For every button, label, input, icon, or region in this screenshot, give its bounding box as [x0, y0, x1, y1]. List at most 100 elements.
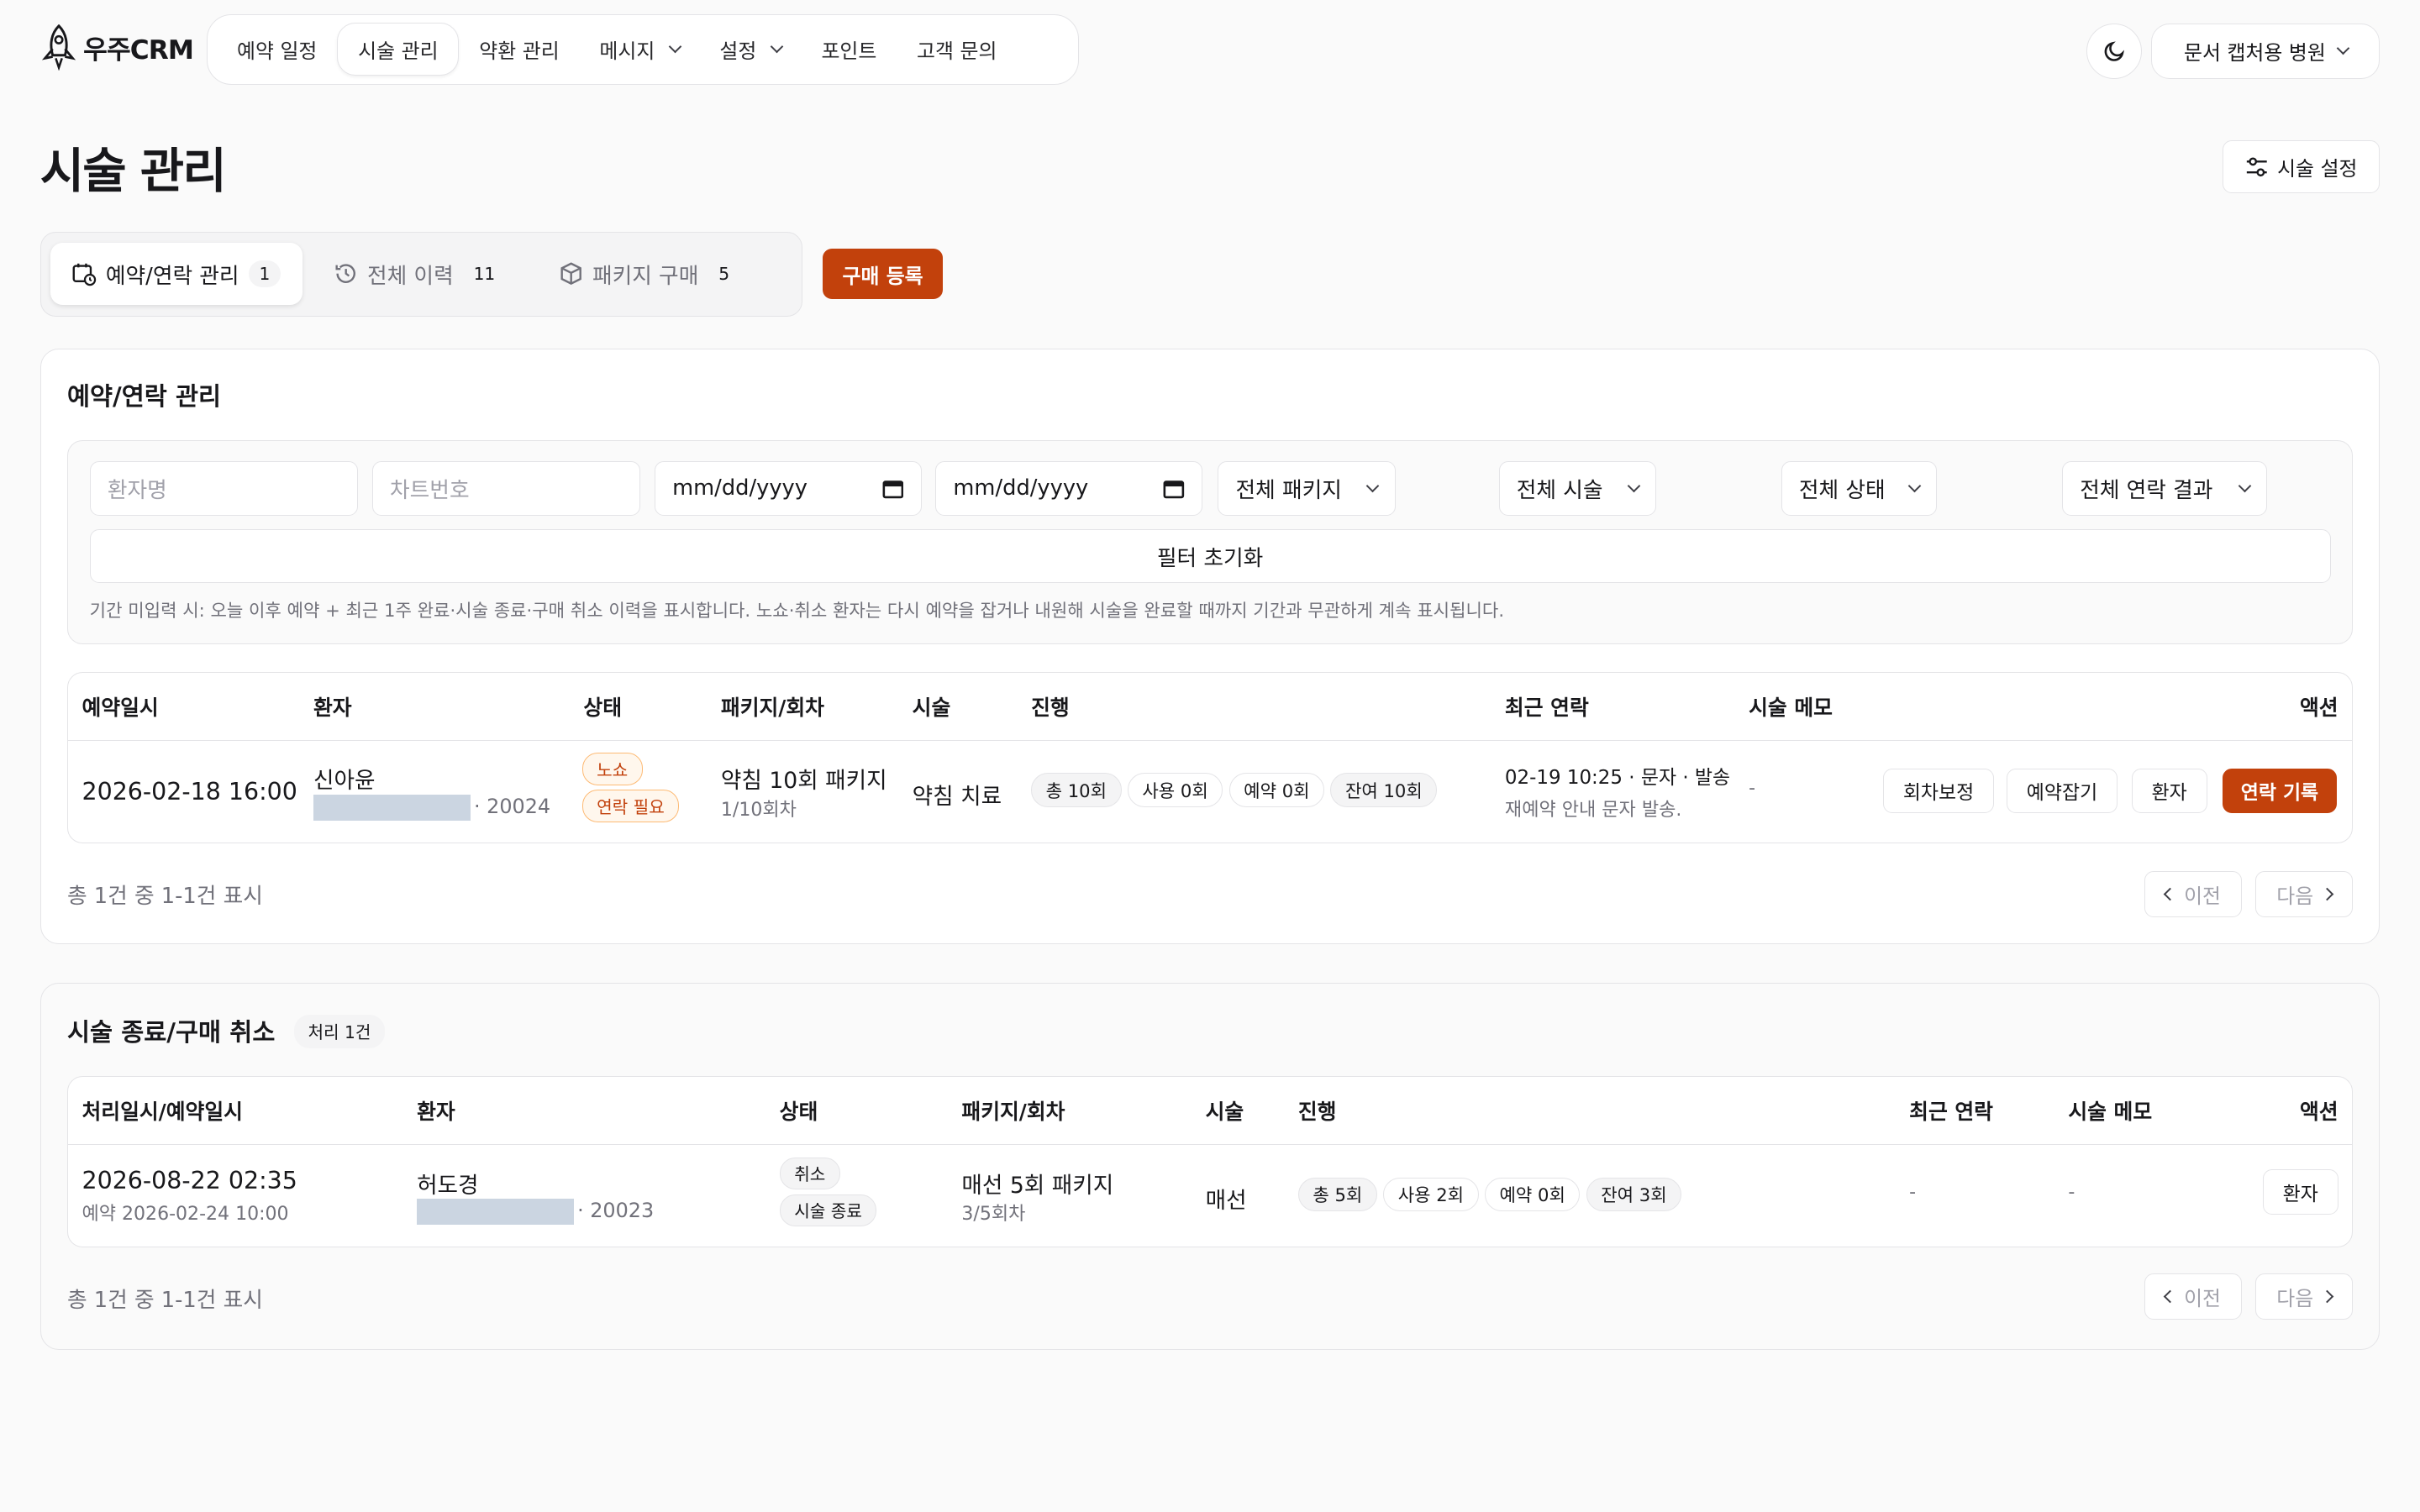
last-contact: -: [1909, 1182, 1917, 1204]
page-title: 시술 관리: [39, 143, 227, 199]
nav-item-messages[interactable]: 메시지: [580, 24, 700, 75]
pagination-info: 총 1건 중 1-1건 표시: [66, 1288, 263, 1314]
nav-item-points[interactable]: 포인트: [802, 24, 897, 75]
tab-label: 패키지 구매: [592, 263, 699, 289]
chart-number-input[interactable]: 차트번호: [371, 461, 641, 516]
log-contact-button[interactable]: 연락 기록: [2223, 768, 2337, 814]
procedure-settings-button[interactable]: 시술 설정: [2222, 140, 2381, 193]
chevron-down-icon: [2336, 42, 2349, 55]
package-name: 약침 10회 패키지: [720, 768, 887, 795]
patient-button[interactable]: 환자: [2131, 768, 2207, 814]
status-cell: 노쇼 연락 필요: [581, 753, 680, 822]
reset-filters-button[interactable]: 필터 초기화: [89, 529, 2331, 584]
nav-item-reservations[interactable]: 예약 일정: [217, 24, 337, 75]
chevron-down-icon: [770, 40, 783, 54]
clinic-selector[interactable]: 문서 캡처용 병원: [2151, 23, 2381, 79]
column-header: 시술 메모: [2068, 1100, 2153, 1125]
patient-name[interactable]: 허도경: [417, 1167, 479, 1200]
date-from-value: mm/dd/yyyy: [672, 475, 808, 501]
date-from-input[interactable]: mm/dd/yyyy: [654, 461, 922, 516]
main-nav: 예약 일정 시술 관리 약환 관리 메시지 설정 포인트 고객 문의: [207, 13, 1079, 85]
nav-label: 메시지: [599, 39, 655, 64]
chevron-right-icon: [2320, 1290, 2334, 1304]
nav-label: 예약 일정: [237, 39, 318, 64]
column-header: 진행: [1031, 695, 1070, 720]
package-round: 3/5회차: [961, 1204, 1026, 1226]
chevron-left-icon: [2163, 1290, 2177, 1304]
status-select[interactable]: 전체 상태: [1781, 461, 1938, 516]
adjust-round-button[interactable]: 회차보정: [1882, 768, 1995, 814]
package-name: 매선 5회 패키지: [961, 1172, 1114, 1199]
column-header: 액션: [2299, 1100, 2338, 1125]
brand-logo[interactable]: 우주CRM: [40, 24, 194, 71]
reservation-datetime: 2026-02-18 16:00: [82, 777, 297, 806]
procedure-name: 약침 치료: [912, 783, 1002, 810]
status-badge: 연락 필요: [581, 790, 680, 822]
brand-name: 우주CRM: [83, 35, 194, 66]
processed-datetime: 2026-08-22 02:35: [82, 1166, 297, 1194]
column-header: 시술: [912, 695, 951, 720]
nav-item-settings[interactable]: 설정: [700, 24, 802, 75]
column-header: 패키지/회차: [961, 1100, 1065, 1125]
book-reservation-button[interactable]: 예약잡기: [2006, 768, 2118, 814]
reservation-datetime: 예약 2026-02-24 10:00: [82, 1204, 289, 1226]
contact-result-select[interactable]: 전체 연락 결과: [2061, 461, 2268, 516]
package-select[interactable]: 전체 패키지: [1218, 461, 1396, 516]
patient-name-input[interactable]: 환자명: [89, 461, 359, 516]
settings-label: 시술 설정: [2277, 156, 2358, 181]
tab-history[interactable]: 전체 이력 11: [312, 243, 528, 304]
table-header: 처리일시/예약일시 환자 상태 패키지/회차 시술 진행 최근 연락 시술 메모…: [67, 1077, 2353, 1145]
column-header: 액션: [2299, 695, 2338, 720]
reservation-contact-card: 예약/연락 관리 환자명 차트번호 mm/dd/yyyy mm/dd/yyyy …: [39, 349, 2381, 945]
status-badge: 노쇼: [581, 753, 643, 785]
chevron-down-icon: [2238, 479, 2252, 493]
rocket-icon: [41, 24, 76, 71]
next-label: 다음: [2276, 1287, 2314, 1311]
package-select-value: 전체 패키지: [1235, 477, 1342, 503]
procedure-name: 매선: [1205, 1188, 1247, 1215]
patient-name[interactable]: 신아윤: [313, 762, 376, 795]
column-header: 예약일시: [82, 695, 159, 720]
tab-package-purchase[interactable]: 패키지 구매 5: [537, 243, 762, 304]
column-header: 처리일시/예약일시: [82, 1100, 243, 1125]
progress-chip: 사용 2회: [1383, 1177, 1479, 1211]
next-label: 다음: [2276, 884, 2314, 908]
next-page-button[interactable]: 다음: [2255, 870, 2354, 917]
column-header: 상태: [583, 695, 623, 720]
tab-count: 11: [462, 260, 507, 287]
nav-item-herbal[interactable]: 약환 관리: [459, 24, 579, 75]
chart-number: · 20023: [417, 1199, 654, 1226]
column-header: 최근 연락: [1909, 1100, 1993, 1125]
theme-toggle-button[interactable]: [2086, 23, 2143, 79]
table-row[interactable]: 2026-08-22 02:35 예약 2026-02-24 10:00 허도경…: [68, 1145, 2352, 1247]
chevron-down-icon: [668, 40, 681, 54]
procedure-select-value: 전체 시술: [1516, 477, 1603, 503]
patient-button[interactable]: 환자: [2262, 1169, 2338, 1215]
masked-info: [417, 1199, 575, 1226]
tab-reservation-contact[interactable]: 예약/연락 관리 1: [50, 243, 302, 305]
contact-result-select-value: 전체 연락 결과: [2080, 477, 2213, 503]
view-tabs: 예약/연락 관리 1 전체 이력 11 패키지 구매 5: [39, 231, 803, 317]
status-badge: 취소: [779, 1157, 840, 1189]
date-to-input[interactable]: mm/dd/yyyy: [935, 461, 1202, 516]
pagination-info: 총 1건 중 1-1건 표시: [66, 884, 263, 910]
nav-item-inquiries[interactable]: 고객 문의: [897, 24, 1017, 75]
prev-page-button[interactable]: 이전: [2144, 870, 2242, 917]
chart-number: · 20024: [313, 795, 550, 822]
moon-icon: [2104, 41, 2124, 61]
nav-label: 포인트: [821, 39, 877, 64]
register-purchase-button[interactable]: 구매 등록: [822, 248, 944, 300]
chevron-right-icon: [2320, 887, 2334, 901]
nav-label: 고객 문의: [917, 39, 997, 64]
next-page-button[interactable]: 다음: [2255, 1273, 2354, 1320]
prev-page-button[interactable]: 이전: [2144, 1273, 2242, 1320]
chevron-down-icon: [1907, 479, 1922, 493]
calendar-icon: [1163, 480, 1185, 498]
nav-item-procedures[interactable]: 시술 관리: [337, 23, 460, 76]
table-row[interactable]: 2026-02-18 16:00 신아윤 · 20024 노쇼 연락 필요 약침…: [68, 741, 2352, 843]
procedure-memo: -: [1749, 777, 1756, 799]
procedure-select[interactable]: 전체 시술: [1498, 461, 1656, 516]
nav-label: 설정: [719, 39, 757, 64]
masked-info: [313, 795, 471, 822]
progress-chip: 총 5회: [1297, 1177, 1377, 1211]
